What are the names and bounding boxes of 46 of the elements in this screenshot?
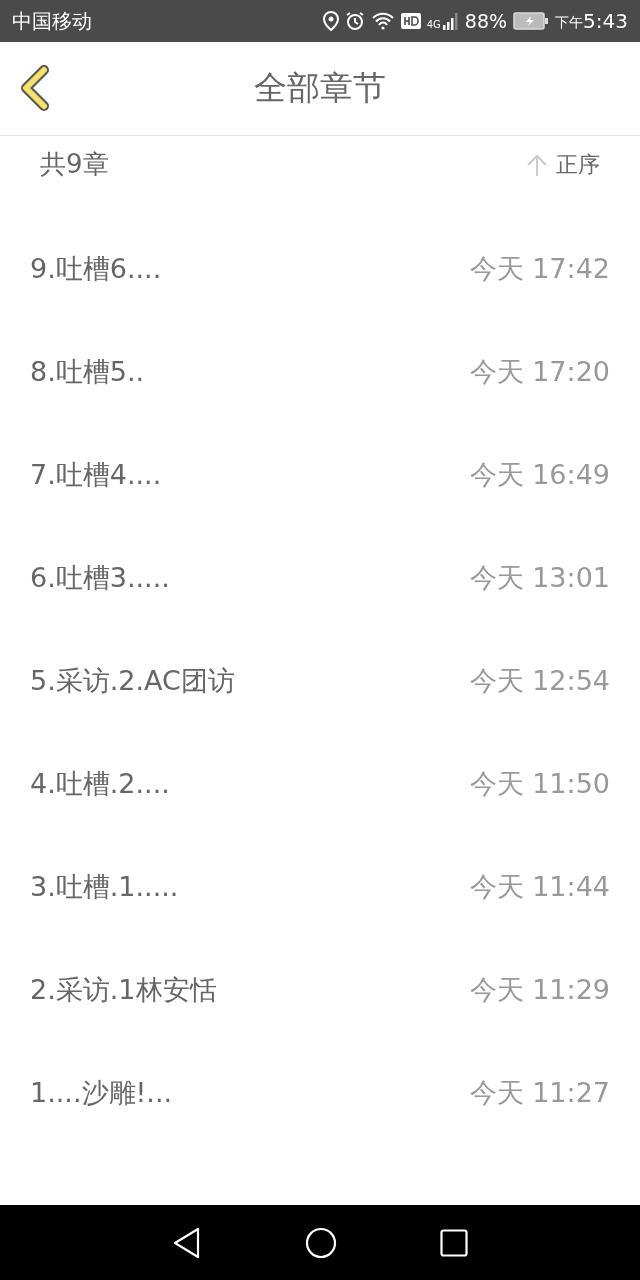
chapter-item[interactable]: 4.吐槽.2.... 今天 11:50 — [0, 732, 640, 835]
clock-time: 5:43 — [583, 9, 628, 33]
chapter-title: 1....沙雕!... — [30, 1075, 173, 1110]
network-label: 4G — [426, 19, 441, 30]
chapter-time: 今天 11:50 — [469, 766, 610, 801]
chapter-item[interactable]: 2.采访.1林安恬 今天 11:29 — [0, 938, 640, 1041]
wifi-icon — [370, 12, 395, 30]
chapter-item[interactable]: 3.吐槽.1..... 今天 11:44 — [0, 835, 640, 938]
chapter-title: 4.吐槽.2.... — [30, 766, 170, 801]
chapter-time: 今天 16:49 — [469, 457, 610, 492]
chapter-title: 7.吐槽4.... — [30, 457, 162, 492]
location-icon — [322, 11, 339, 31]
sort-order-button[interactable]: 正序 — [526, 149, 600, 180]
chapter-title: 6.吐槽3..... — [30, 560, 170, 595]
carrier-name: 中国移动 — [12, 7, 92, 35]
alarm-icon — [344, 11, 365, 31]
time-period: 下午 — [555, 14, 584, 32]
battery-percent: 88% — [464, 10, 508, 32]
back-button[interactable] — [18, 64, 52, 112]
chapter-time: 今天 17:42 — [469, 251, 610, 286]
page-title: 全部章节 — [254, 67, 386, 109]
chapter-title: 2.采访.1林安恬 — [30, 972, 217, 1007]
chapter-item[interactable]: 7.吐槽4.... 今天 16:49 — [0, 423, 640, 526]
chapter-item[interactable]: 5.采访.2.AC团访 今天 12:54 — [0, 629, 640, 732]
home-nav-icon[interactable] — [305, 1226, 337, 1259]
chapter-title: 8.吐槽5.. — [30, 354, 145, 389]
chapter-item[interactable]: 9.吐槽6.... 今天 17:42 — [0, 217, 640, 320]
chapter-item[interactable]: 8.吐槽5.. 今天 17:20 — [0, 320, 640, 423]
hd-icon — [400, 13, 421, 29]
chapter-time: 今天 11:27 — [469, 1075, 610, 1110]
chapter-title: 3.吐槽.1..... — [30, 869, 179, 904]
chapter-time: 今天 17:20 — [469, 354, 610, 389]
up-arrow-icon — [526, 152, 548, 177]
signal-icon — [442, 12, 459, 30]
chapter-time: 今天 11:29 — [469, 972, 610, 1007]
chapter-title: 5.采访.2.AC团访 — [30, 663, 235, 698]
chapter-time: 今天 13:01 — [469, 560, 610, 595]
chapter-title: 9.吐槽6.... — [30, 251, 162, 286]
chapter-item[interactable]: 6.吐槽3..... 今天 13:01 — [0, 526, 640, 629]
chapter-item[interactable]: 1....沙雕!... 今天 11:27 — [0, 1041, 640, 1144]
chapter-time: 今天 11:44 — [469, 869, 610, 904]
back-nav-icon[interactable] — [171, 1226, 202, 1259]
battery-icon — [513, 12, 550, 30]
chapter-count: 共9章 — [40, 148, 109, 181]
chapter-time: 今天 12:54 — [469, 663, 610, 698]
recents-nav-icon[interactable] — [440, 1228, 469, 1257]
